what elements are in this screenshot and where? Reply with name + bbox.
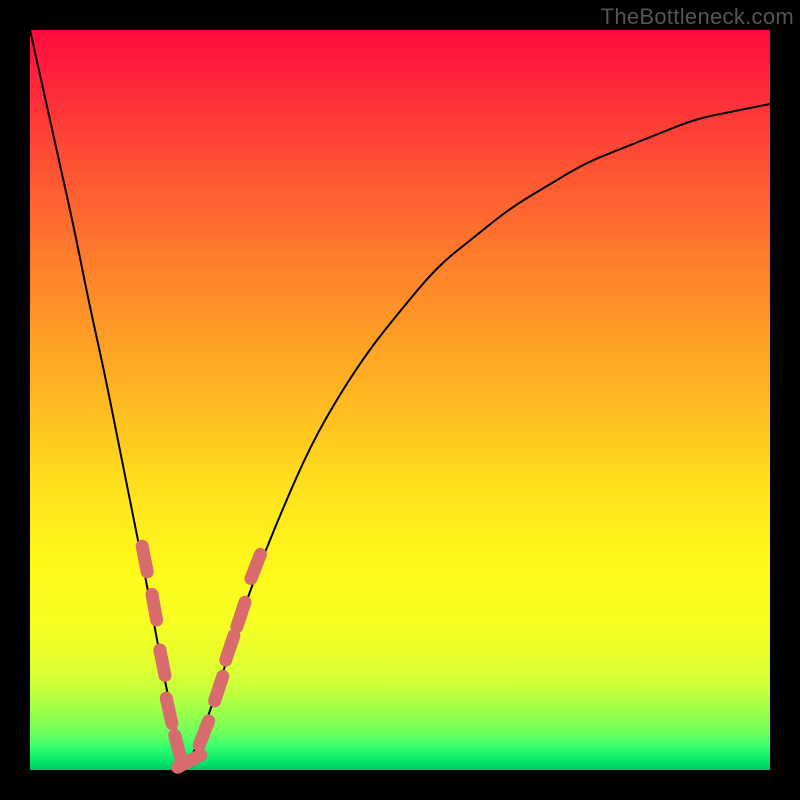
dash-segment [142, 546, 147, 572]
watermark-text: TheBottleneck.com [601, 4, 794, 30]
highlighted-dashes [142, 546, 260, 767]
dash-segment [251, 554, 260, 578]
dash-segment [237, 602, 245, 627]
dash-segment [166, 698, 172, 723]
dash-segment [175, 735, 182, 760]
dash-segment [226, 636, 234, 661]
dash-segment [199, 721, 208, 745]
dash-segment [152, 594, 157, 620]
plot-area [30, 30, 770, 770]
dash-segment [160, 650, 165, 676]
dash-segment [215, 676, 223, 701]
bottleneck-curve [30, 30, 770, 760]
chart-svg [30, 30, 770, 770]
chart-frame: TheBottleneck.com [0, 0, 800, 800]
